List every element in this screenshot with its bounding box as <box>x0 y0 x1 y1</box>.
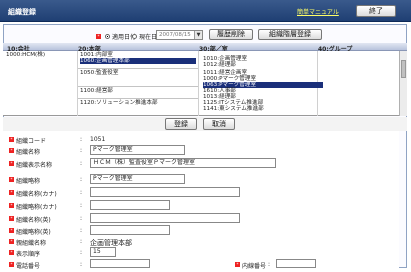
colon: : <box>80 176 83 183</box>
org-display-name-label: 組織表示名称 <box>16 162 53 169</box>
scrollbar-thumb[interactable] <box>401 60 406 78</box>
display-order-label: 表示順序 <box>16 251 41 258</box>
date-select-value: 2007/08/15 <box>159 32 191 38</box>
radio-apply-date[interactable] <box>105 34 110 39</box>
display-order-input[interactable]: 15 <box>90 247 116 257</box>
org-short-name-input[interactable]: Pマーク管理室 <box>90 174 185 184</box>
row-divider <box>78 68 198 69</box>
required-mark-icon: * <box>9 190 14 195</box>
colon: : <box>80 189 83 196</box>
grid-cell-bushitsu[interactable]: 1141:東システム推進部 <box>203 106 264 112</box>
org-en-name-label: 組織名称(英) <box>16 217 51 224</box>
grid-cell-honbu[interactable]: 1050:監査役室 <box>80 70 119 76</box>
date-select[interactable]: 2007/08/15 ▼ <box>156 30 203 40</box>
org-en-short-input[interactable] <box>90 225 170 235</box>
cancel-button[interactable]: 取消 <box>203 118 235 130</box>
extension-input[interactable] <box>276 259 316 268</box>
tier-register-button[interactable]: 組織階層登録 <box>258 29 322 40</box>
history-delete-button[interactable]: 履歴削除 <box>209 29 253 40</box>
title-bar: 組織登録 簡単マニュアル 終了 <box>0 0 411 22</box>
org-name-input[interactable]: Pマーク管理室 <box>90 145 185 155</box>
org-kana-short-label: 組織略称(カナ) <box>16 204 57 211</box>
grid-cell-honbu[interactable]: 1100:経営部 <box>80 88 113 94</box>
required-mark-icon: * <box>9 250 14 255</box>
app-title: 組織登録 <box>8 8 36 16</box>
org-display-name-input[interactable]: ＨＣＭ（株）監査役室Ｐマーク管理室 <box>90 158 276 168</box>
org-en-name-input[interactable] <box>90 213 240 223</box>
grid-cell-honbu-selected[interactable]: 1060:企画管理本部 <box>80 58 196 64</box>
colon: : <box>80 238 83 245</box>
org-kana-name-label: 組織名称(カナ) <box>16 191 57 198</box>
org-kana-name-input[interactable] <box>90 187 240 197</box>
org-en-short-label: 組織略称(英) <box>16 229 51 236</box>
colon: : <box>80 227 83 234</box>
colon: : <box>80 215 83 222</box>
org-code-value: 1051 <box>90 136 106 143</box>
required-mark-icon: * <box>9 228 14 233</box>
required-mark-icon: * <box>9 177 14 182</box>
colon: : <box>80 136 83 143</box>
radio-current-date[interactable] <box>132 34 137 39</box>
required-mark-icon: * <box>96 34 101 39</box>
required-mark-icon: * <box>9 203 14 208</box>
org-short-name-label: 組織略称 <box>16 178 41 185</box>
colon: : <box>80 160 83 167</box>
column-divider <box>77 51 78 116</box>
row-divider <box>78 86 198 87</box>
colon: : <box>80 261 83 268</box>
detail-form <box>3 131 399 268</box>
org-code-label: 組織コード <box>16 138 47 145</box>
grid-cell-company[interactable]: 1000:HCM(株) <box>6 52 45 58</box>
manual-link[interactable]: 簡単マニュアル <box>297 7 339 16</box>
colon: : <box>80 202 83 209</box>
required-mark-icon: * <box>9 216 14 221</box>
org-name-label: 組織名称 <box>16 149 41 156</box>
org-kana-short-input[interactable] <box>90 200 170 210</box>
row-divider <box>78 98 198 99</box>
required-mark-icon: * <box>9 148 14 153</box>
required-mark-icon: * <box>9 137 14 142</box>
required-mark-icon: * <box>235 262 240 267</box>
phone-label: 電話番号 <box>16 263 41 270</box>
parent-org-label: 親組織名称 <box>16 240 47 247</box>
register-button[interactable]: 登録 <box>165 118 197 130</box>
required-mark-icon: * <box>9 262 14 267</box>
extension-label: 内線番号 <box>242 263 267 270</box>
grid-scrollbar[interactable] <box>399 51 407 116</box>
colon: : <box>268 261 271 268</box>
required-mark-icon: * <box>9 161 14 166</box>
colon: : <box>80 147 83 154</box>
phone-input[interactable] <box>90 259 150 268</box>
chevron-down-icon: ▼ <box>194 31 202 39</box>
grid-cell-bushitsu[interactable]: 1012:経理部 <box>203 62 236 68</box>
grid-cell-honbu[interactable]: 1120:ソリューション推進本部 <box>80 100 158 106</box>
colon: : <box>80 249 83 256</box>
grid-header: 10:会社 20:本部 30:部／室 40:グループ <box>3 43 407 53</box>
required-mark-icon: * <box>9 239 14 244</box>
column-divider <box>198 51 199 116</box>
close-button[interactable]: 終了 <box>356 5 396 17</box>
